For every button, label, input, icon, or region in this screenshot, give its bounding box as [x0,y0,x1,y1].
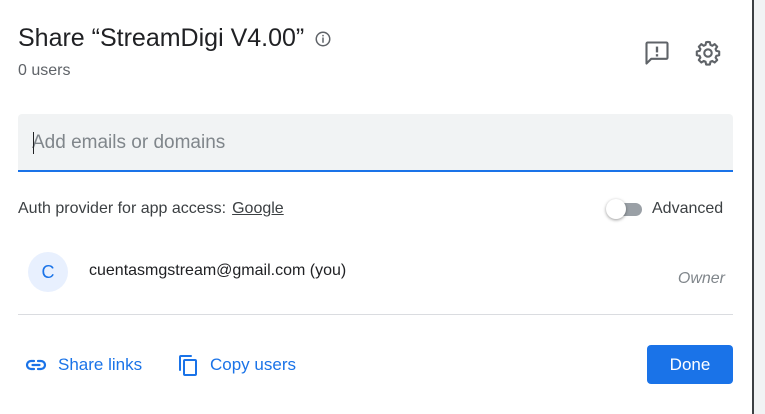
link-icon [24,353,48,377]
text-caret [33,132,34,154]
share-links-label: Share links [58,355,143,374]
copy-users-button[interactable]: Copy users [176,348,296,382]
copy-users-label: Copy users [210,355,296,374]
done-button[interactable]: Done [647,345,733,384]
advanced-label: Advanced [652,200,724,217]
email-input-container [18,114,733,172]
email-input[interactable] [32,128,712,158]
gear-icon[interactable] [693,38,723,68]
auth-provider-label: Auth provider for app access: [18,200,227,217]
dialog-title: Share “StreamDigi V4.00” [18,24,305,52]
share-dialog: Share “StreamDigi V4.00” 0 users Auth pr… [0,0,752,414]
advanced-toggle[interactable] [606,199,642,219]
dialog-header: Share “StreamDigi V4.00” [18,24,332,53]
user-role: Owner [677,270,725,287]
user-list-item: C cuentasmgstream@gmail.com (you) Owner [18,248,733,300]
avatar: C [28,252,68,292]
share-links-button[interactable]: Share links [24,348,142,382]
copy-icon [176,353,200,377]
advanced-toggle-row: Advanced [606,199,723,219]
user-count: 0 users [18,62,71,79]
toggle-thumb [606,199,626,219]
divider [18,314,733,315]
auth-provider-link[interactable]: Google [232,200,284,217]
user-email: cuentasmgstream@gmail.com (you) [89,262,347,279]
feedback-icon[interactable] [642,38,672,68]
background-edge [754,0,765,414]
auth-provider-row: Auth provider for app access: Google [18,200,284,218]
info-icon[interactable] [314,30,332,48]
